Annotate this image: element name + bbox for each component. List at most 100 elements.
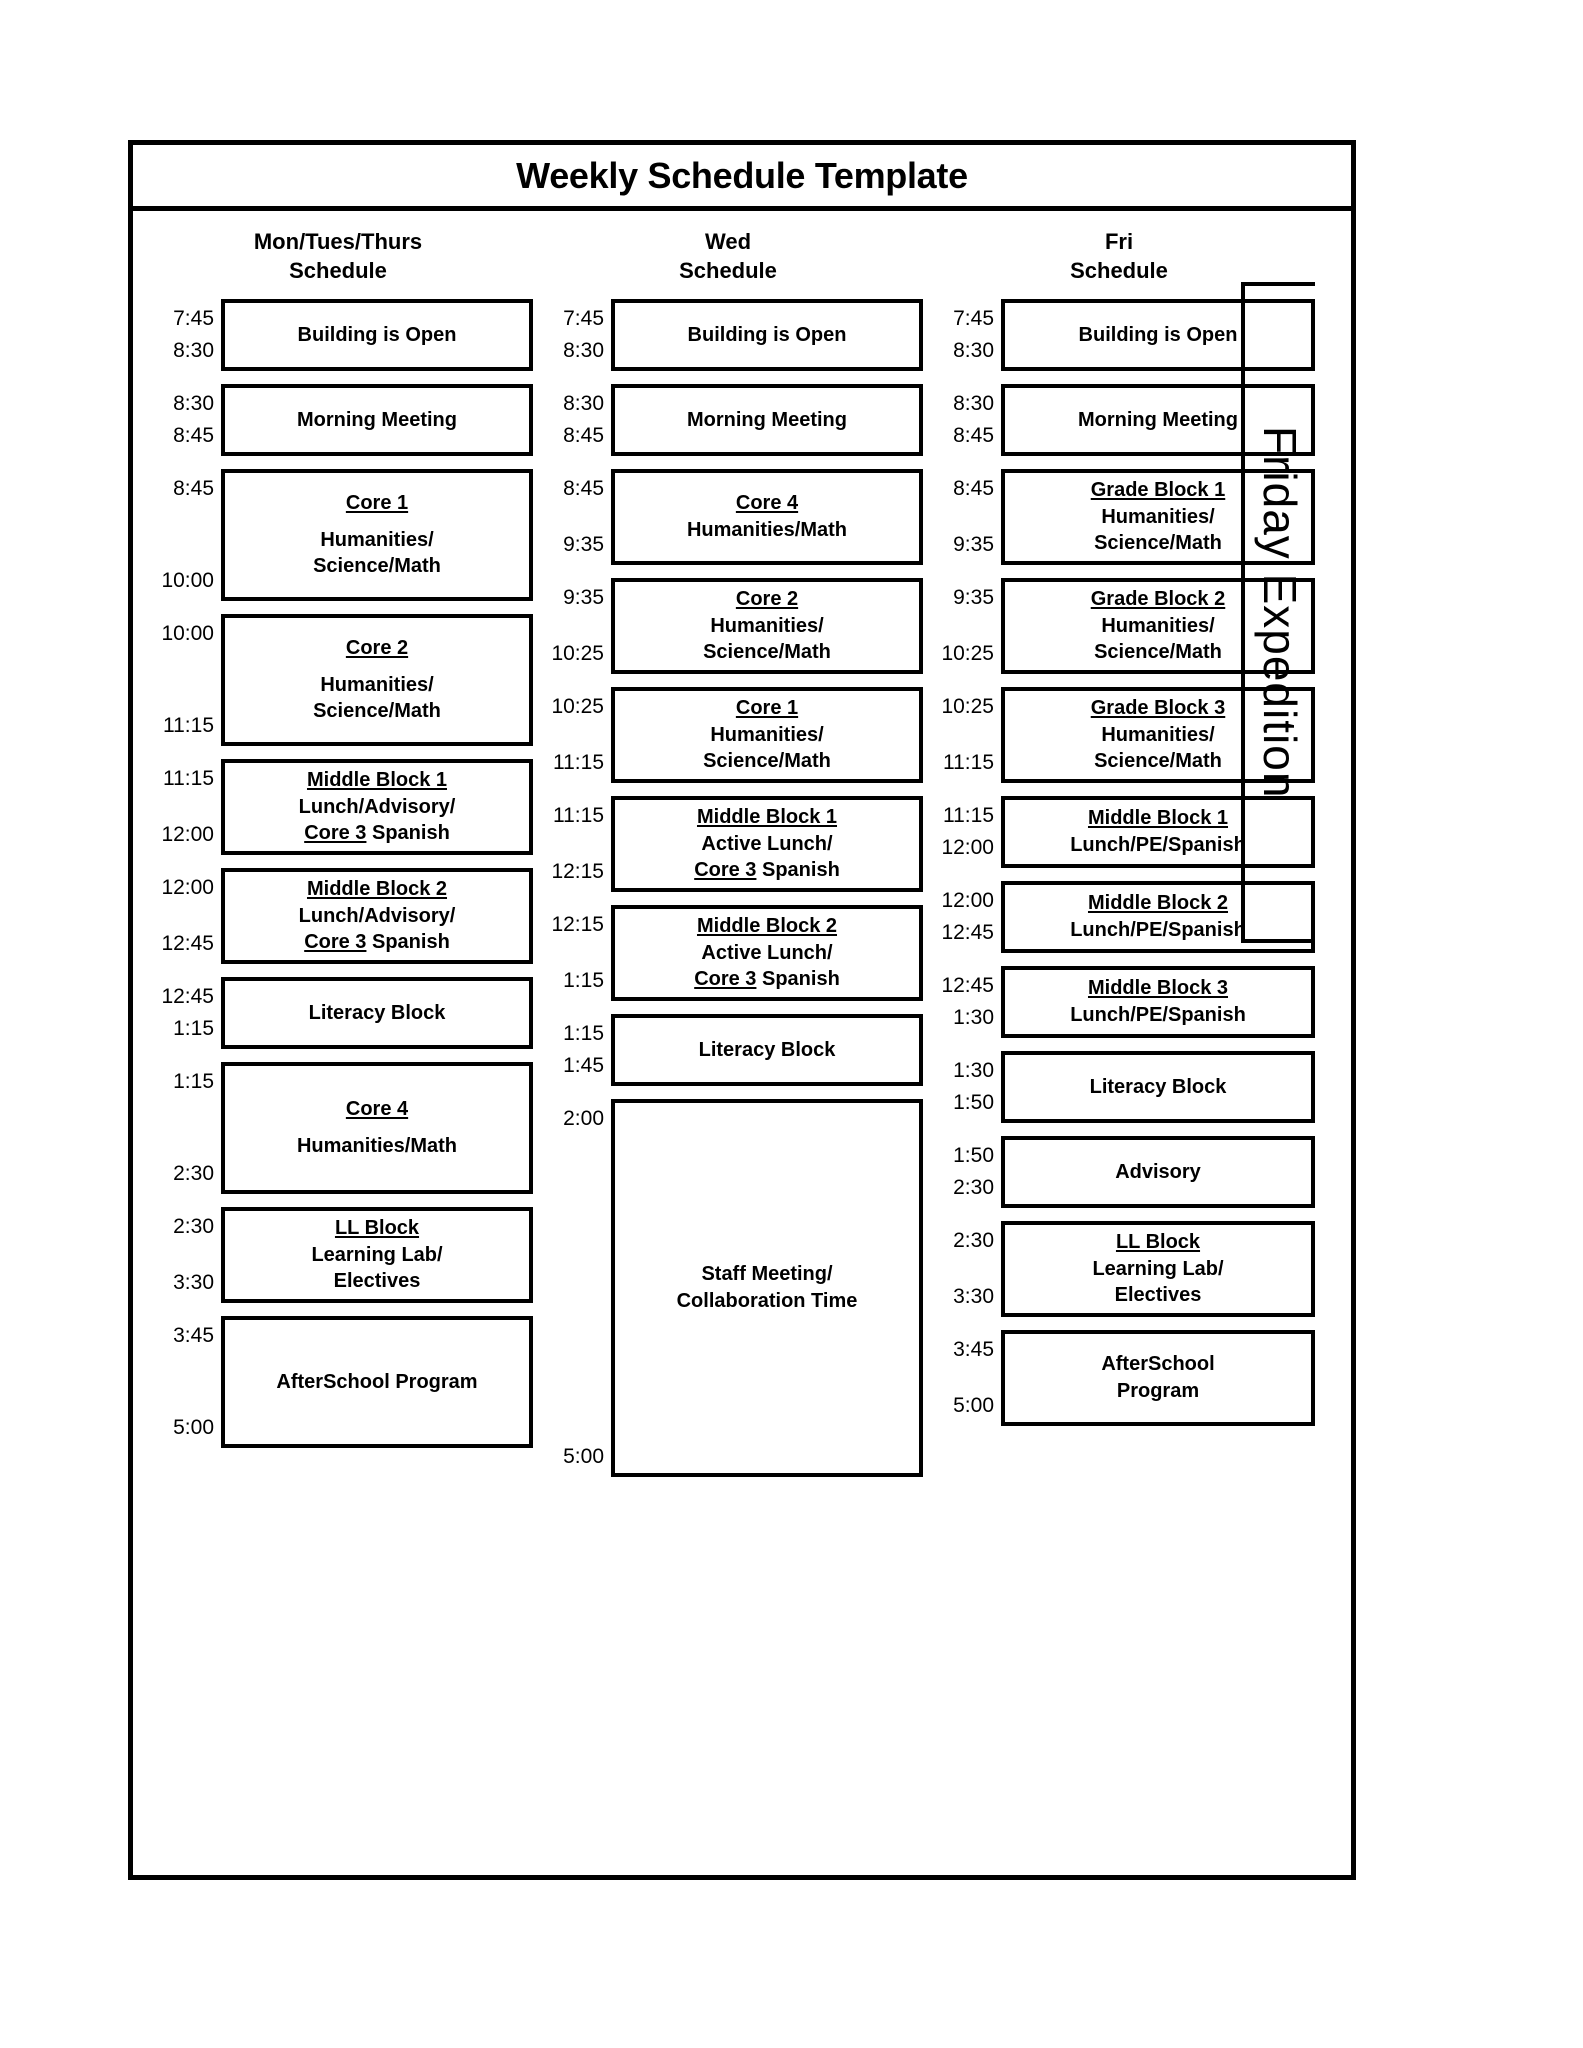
time-range: 7:45 8:30 bbox=[143, 299, 221, 371]
schedule-block: Morning Meeting bbox=[611, 384, 923, 457]
time-end: 1:15 bbox=[173, 1016, 214, 1040]
block-line: Humanities/ bbox=[1101, 723, 1215, 746]
time-start: 12:00 bbox=[161, 876, 214, 900]
schedule-block: Middle Block 2 Active Lunch/Core 3 Spanis… bbox=[611, 905, 923, 1002]
block-line: Lunch/PE/Spanish bbox=[1070, 1004, 1246, 1027]
time-end: 1:50 bbox=[953, 1090, 994, 1114]
time-end: 11:15 bbox=[943, 750, 994, 774]
schedule-block: LL Block Learning Lab/Electives bbox=[221, 1207, 533, 1304]
schedule-block: Middle Block 3 Lunch/PE/Spanish bbox=[1001, 966, 1315, 1039]
schedule-block: Core 1 Humanities/Science/Math bbox=[611, 687, 923, 784]
block-line: Lunch/PE/Spanish bbox=[1070, 919, 1246, 942]
block-line: Active Lunch/ bbox=[701, 941, 833, 964]
time-range: 7:45 8:30 bbox=[923, 299, 1001, 371]
time-range: 12:45 1:15 bbox=[143, 977, 221, 1049]
block-line: Middle Block 2 bbox=[696, 914, 838, 937]
block-line: Program bbox=[1116, 1380, 1200, 1403]
time-start: 1:30 bbox=[953, 1059, 994, 1083]
column-header-line2: Schedule bbox=[679, 258, 777, 284]
schedule-row: 7:45 8:30 Building is Open bbox=[533, 299, 923, 372]
block-line: Advisory bbox=[1115, 1160, 1201, 1183]
block-line: Science/Math bbox=[313, 555, 441, 578]
time-range: 9:35 10:25 bbox=[533, 578, 611, 674]
document-title-bar: Weekly Schedule Template bbox=[133, 145, 1351, 211]
schedule-row: 8:30 8:45 Morning Meeting bbox=[143, 384, 533, 457]
time-range: 10:25 11:15 bbox=[533, 687, 611, 783]
block-line: Building is Open bbox=[297, 323, 457, 346]
block-line: Core 2 bbox=[345, 636, 409, 659]
schedule-rows: 7:45 8:30 Building is Open 8:30 8:45 Morning … bbox=[533, 299, 923, 1478]
block-line: LL Block bbox=[334, 1216, 420, 1239]
time-end: 12:45 bbox=[941, 920, 994, 944]
time-end: 12:45 bbox=[161, 931, 214, 955]
block-line-emphasis: Core 3 bbox=[694, 859, 757, 882]
time-start: 8:45 bbox=[173, 477, 214, 501]
schedule-row: 8:30 8:45 Morning Meeting bbox=[533, 384, 923, 457]
block-line: Humanities/Math bbox=[686, 519, 848, 542]
time-range: 12:00 12:45 bbox=[143, 868, 221, 964]
schedule-row: 10:25 11:15 Core 1 Humanities/Science/Math bbox=[533, 687, 923, 784]
block-line: Lunch/PE/Spanish bbox=[1070, 834, 1246, 857]
schedule-row: 1:15 2:30 Core 4 Humanities/Math bbox=[143, 1062, 533, 1195]
time-range: 8:45 9:35 bbox=[533, 469, 611, 565]
block-line: Staff Meeting/ bbox=[701, 1263, 833, 1286]
time-start: 12:15 bbox=[551, 913, 604, 937]
block-line: Literacy Block bbox=[1089, 1075, 1227, 1098]
block-line: Humanities/ bbox=[710, 723, 824, 746]
time-end: 9:35 bbox=[953, 532, 994, 556]
block-line-suffix: Spanish bbox=[366, 822, 450, 845]
block-line-suffix: Spanish bbox=[366, 931, 450, 954]
block-line-emphasis: Core 3 bbox=[694, 968, 757, 991]
time-start: 7:45 bbox=[173, 307, 214, 331]
schedule-block: Morning Meeting bbox=[221, 384, 533, 457]
schedule-block: Staff Meeting/Collaboration Time bbox=[611, 1099, 923, 1478]
time-start: 11:15 bbox=[163, 767, 214, 791]
time-range: 11:15 12:00 bbox=[923, 796, 1001, 868]
schedule-sheet: Weekly Schedule Template Mon/Tues/Thurs … bbox=[128, 140, 1356, 1880]
time-start: 12:45 bbox=[941, 974, 994, 998]
schedule-block: Middle Block 2 Lunch/Advisory/Core 3 Span… bbox=[221, 868, 533, 965]
time-start: 1:50 bbox=[953, 1144, 994, 1168]
block-line: Core 3 Spanish bbox=[304, 820, 450, 847]
block-line: Science/Math bbox=[313, 700, 441, 723]
schedule-row: 8:45 9:35 Core 4 Humanities/Math bbox=[533, 469, 923, 566]
time-start: 3:45 bbox=[173, 1324, 214, 1348]
time-range: 8:30 8:45 bbox=[143, 384, 221, 456]
block-line: Science/Math bbox=[1094, 532, 1222, 555]
time-start: 8:30 bbox=[173, 392, 214, 416]
schedule-row: 2:30 3:30 LL Block Learning Lab/Electives bbox=[143, 1207, 533, 1304]
block-line: Middle Block 2 bbox=[1087, 892, 1229, 915]
schedule-block: LL Block Learning Lab/Electives bbox=[1001, 1221, 1315, 1318]
block-line: Grade Block 2 bbox=[1090, 587, 1226, 610]
schedule-row: 8:45 10:00 Core 1 Humanities/Science/Math bbox=[143, 469, 533, 602]
time-range: 10:00 11:15 bbox=[143, 614, 221, 746]
block-line: Humanities/ bbox=[320, 528, 434, 551]
time-range: 2:30 3:30 bbox=[143, 1207, 221, 1303]
block-line: Middle Block 1 bbox=[696, 805, 838, 828]
block-line: Science/Math bbox=[1094, 641, 1222, 664]
friday-expedition-label: Friday Expedition bbox=[1254, 426, 1306, 799]
block-line: Science/Math bbox=[1094, 750, 1222, 773]
time-start: 8:30 bbox=[953, 392, 994, 416]
time-start: 12:45 bbox=[161, 985, 214, 1009]
block-line: Morning Meeting bbox=[687, 408, 847, 431]
time-end: 8:30 bbox=[953, 338, 994, 362]
time-end: 12:15 bbox=[551, 859, 604, 883]
block-line: Literacy Block bbox=[308, 1001, 446, 1024]
time-range: 7:45 8:30 bbox=[533, 299, 611, 371]
time-range: 3:45 5:00 bbox=[143, 1316, 221, 1448]
block-line-emphasis: Core 3 bbox=[304, 822, 367, 845]
schedule-row: 2:00 5:00 Staff Meeting/Collaboration Time bbox=[533, 1099, 923, 1478]
time-end: 9:35 bbox=[563, 532, 604, 556]
time-start: 12:00 bbox=[941, 889, 994, 913]
block-line: Building is Open bbox=[1078, 323, 1238, 346]
schedule-block: Core 2 Humanities/Science/Math bbox=[221, 614, 533, 747]
time-end: 1:30 bbox=[953, 1005, 994, 1029]
block-line: Humanities/ bbox=[710, 614, 824, 637]
schedule-column-wed: Wed Schedule 7:45 8:30 Building is Open 8:3… bbox=[533, 211, 923, 1875]
schedule-row: 9:35 10:25 Core 2 Humanities/Science/Math bbox=[533, 578, 923, 675]
time-start: 10:00 bbox=[161, 622, 214, 646]
time-end: 11:15 bbox=[553, 750, 604, 774]
time-range: 2:00 5:00 bbox=[533, 1099, 611, 1477]
block-line: Humanities/ bbox=[1101, 505, 1215, 528]
